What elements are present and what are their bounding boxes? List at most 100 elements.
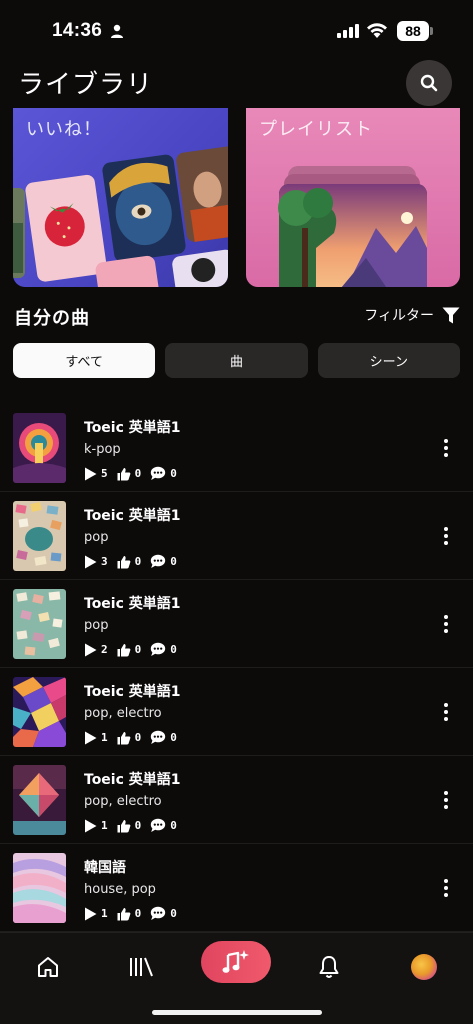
comment-count: 0 — [170, 643, 177, 656]
library-icon — [130, 957, 153, 977]
comment-icon — [151, 554, 166, 568]
like-count: 0 — [134, 643, 142, 656]
filter-button[interactable]: フィルター — [364, 305, 460, 325]
signal-icon — [337, 24, 359, 38]
play-icon — [85, 907, 97, 920]
nav-create-music[interactable] — [201, 941, 271, 983]
nav-notifications[interactable] — [309, 949, 349, 985]
like-count: 0 — [134, 731, 142, 744]
song-thumbnail — [13, 589, 66, 659]
song-row[interactable]: Toeic 英単語1 k-pop 5 0 0 — [0, 404, 473, 492]
more-options-icon[interactable] — [441, 879, 451, 897]
tab-scenes[interactable]: シーン — [317, 343, 460, 378]
song-thumbnail — [13, 765, 66, 835]
comment-icon — [151, 906, 166, 920]
play-icon — [85, 731, 97, 744]
avatar — [411, 954, 437, 980]
play-count: 1 — [101, 819, 108, 832]
filter-icon — [442, 307, 460, 323]
like-count: 0 — [134, 819, 142, 832]
person-icon — [111, 24, 123, 38]
song-thumbnail — [13, 501, 66, 571]
song-row[interactable]: Toeic 英単語1 pop, electro 1 0 0 — [0, 756, 473, 844]
play-icon — [85, 555, 97, 568]
play-icon — [85, 819, 97, 832]
play-count: 5 — [101, 467, 108, 480]
song-title: Toeic 英単語1 — [84, 508, 181, 524]
song-stats: 1 0 0 — [84, 906, 186, 921]
song-row[interactable]: Toeic 英単語1 pop 2 0 0 — [0, 580, 473, 668]
song-row[interactable]: Toeic 英単語1 pop 3 0 0 — [0, 492, 473, 580]
song-stats: 3 0 0 — [84, 554, 186, 569]
playlist-card-label: プレイリスト — [259, 119, 373, 140]
page-title: ライブラリ — [18, 70, 154, 100]
song-title: 韓国語 — [84, 860, 126, 876]
play-count: 3 — [101, 555, 108, 568]
song-stats: 2 0 0 — [84, 642, 186, 657]
more-options-icon[interactable] — [441, 791, 451, 809]
song-title: Toeic 英単語1 — [84, 420, 181, 436]
play-count: 1 — [101, 907, 108, 920]
song-genre: pop, electro — [84, 706, 162, 721]
create-music-icon — [222, 950, 249, 973]
comment-icon — [151, 818, 166, 832]
like-icon — [117, 555, 131, 568]
like-icon — [117, 907, 131, 920]
like-icon — [117, 819, 131, 832]
play-count: 2 — [101, 643, 108, 656]
song-genre: k-pop — [84, 442, 121, 457]
song-stats: 5 0 0 — [84, 466, 186, 481]
battery-indicator: 88 — [397, 21, 429, 41]
more-options-icon[interactable] — [441, 439, 451, 457]
song-title: Toeic 英単語1 — [84, 772, 181, 788]
song-thumbnail — [13, 853, 66, 923]
nav-profile[interactable] — [404, 949, 444, 985]
liked-songs-card[interactable]: いいね！ — [13, 108, 228, 287]
play-icon — [85, 467, 97, 480]
filter-tabs: すべて 曲 シーン — [13, 343, 460, 378]
song-thumbnail — [13, 413, 66, 483]
bell-icon — [319, 956, 339, 978]
play-icon — [85, 643, 97, 656]
search-icon — [420, 74, 438, 92]
song-genre: pop — [84, 618, 109, 633]
song-stats: 1 0 0 — [84, 730, 186, 745]
comment-icon — [151, 466, 166, 480]
liked-card-label: いいね！ — [26, 119, 102, 140]
more-options-icon[interactable] — [441, 527, 451, 545]
comment-count: 0 — [170, 819, 177, 832]
like-count: 0 — [134, 555, 142, 568]
song-row[interactable]: Toeic 英単語1 pop, electro 1 0 0 — [0, 668, 473, 756]
section-title: 自分の曲 — [14, 308, 90, 329]
tab-songs[interactable]: 曲 — [165, 343, 308, 378]
like-icon — [117, 731, 131, 744]
like-count: 0 — [134, 467, 142, 480]
more-options-icon[interactable] — [441, 703, 451, 721]
nav-home[interactable] — [28, 949, 68, 985]
tab-all[interactable]: すべて — [13, 343, 156, 378]
song-thumbnail — [13, 677, 66, 747]
song-genre: pop — [84, 530, 109, 545]
like-icon — [117, 467, 131, 480]
like-count: 0 — [134, 907, 142, 920]
song-row[interactable]: 韓国語 house, pop 1 0 0 — [0, 844, 473, 932]
song-title: Toeic 英単語1 — [84, 596, 181, 612]
song-list: Toeic 英単語1 k-pop 5 0 0 Toeic 英単語1 pop 3 … — [0, 404, 473, 932]
home-icon — [38, 957, 58, 977]
comment-count: 0 — [170, 555, 177, 568]
comment-count: 0 — [170, 467, 177, 480]
song-stats: 1 0 0 — [84, 818, 186, 833]
nav-library[interactable] — [121, 949, 161, 985]
status-bar: 14:36 88 — [0, 0, 473, 60]
more-options-icon[interactable] — [441, 615, 451, 633]
song-genre: house, pop — [84, 882, 156, 897]
status-time: 14:36 — [52, 20, 103, 41]
search-button[interactable] — [406, 60, 452, 106]
playlist-card[interactable]: プレイリスト — [246, 108, 460, 287]
comment-icon — [151, 730, 166, 744]
comment-icon — [151, 642, 166, 656]
comment-count: 0 — [170, 731, 177, 744]
play-count: 1 — [101, 731, 108, 744]
battery-tip — [430, 27, 433, 35]
like-icon — [117, 643, 131, 656]
